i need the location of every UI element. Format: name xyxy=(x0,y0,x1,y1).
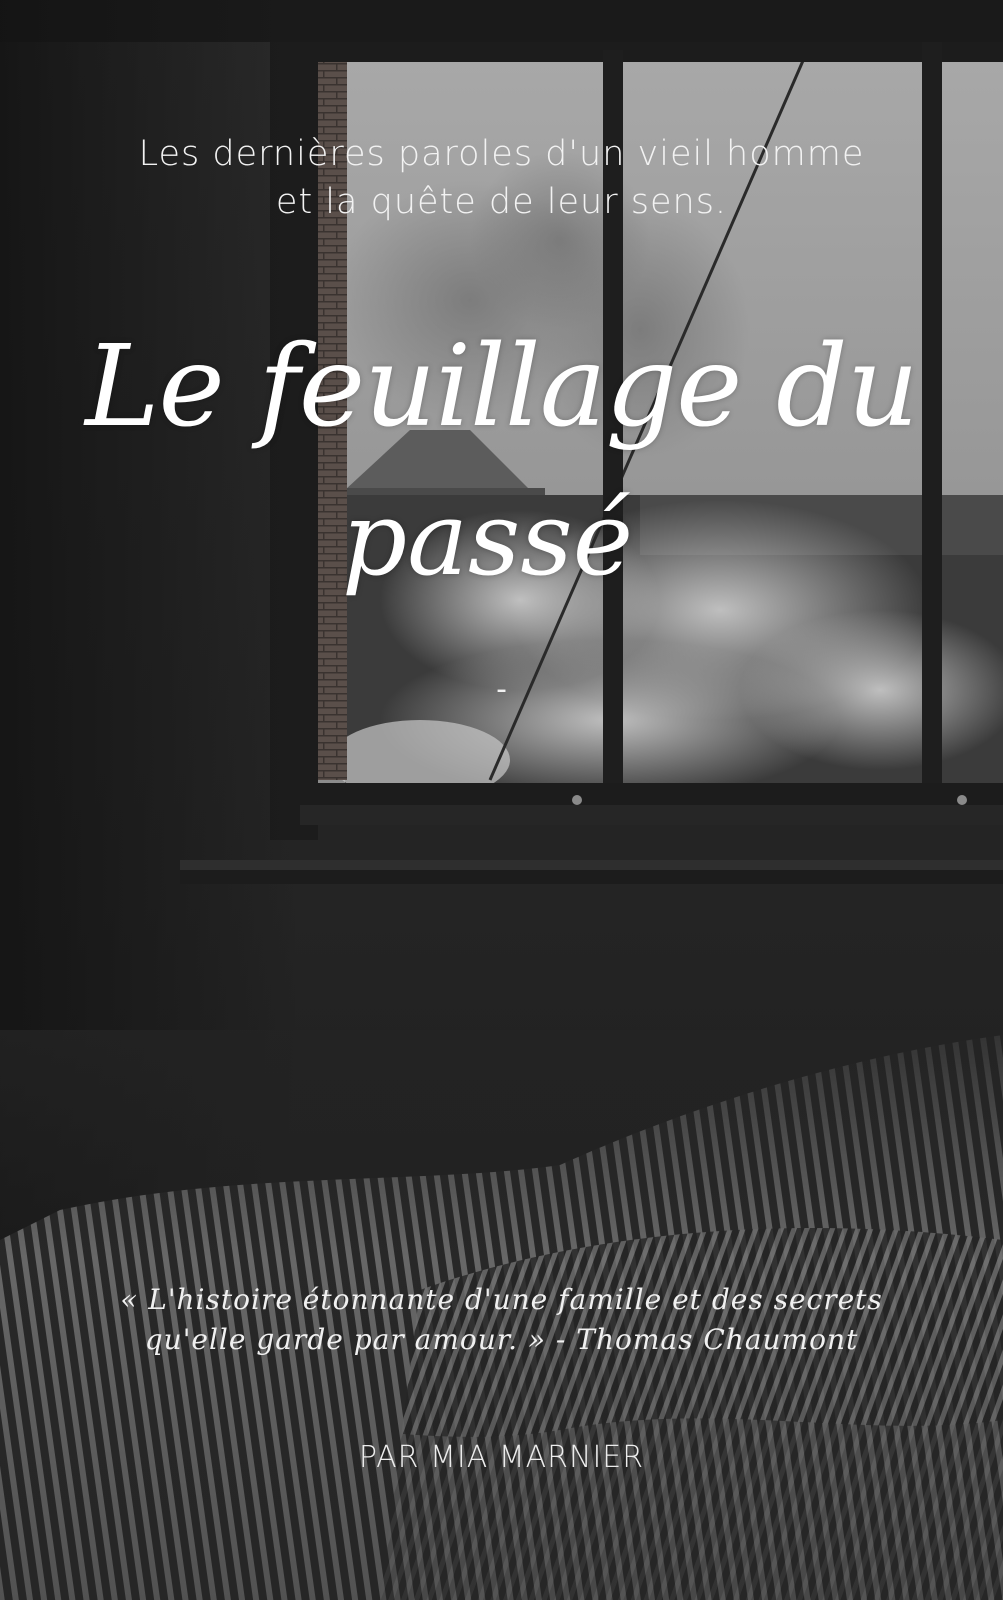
subtitle-line: et la quête de leur sens. xyxy=(275,182,728,222)
separator-dash: - xyxy=(496,672,507,707)
book-title-line: Le feuillage du xyxy=(85,322,919,452)
book-title-line: passé xyxy=(341,480,634,599)
quote-line: qu'elle garde par amour. » - Thomas Chau… xyxy=(144,1323,859,1356)
book-cover: Les dernières paroles d'un vieil homme e… xyxy=(0,0,1003,1600)
cover-subtitle: Les dernières paroles d'un vieil homme e… xyxy=(0,130,1003,226)
subtitle-line: Les dernières paroles d'un vieil homme xyxy=(138,134,865,174)
author-name: PAR MIA MARNIER xyxy=(358,1440,645,1475)
cover-text: Les dernières paroles d'un vieil homme e… xyxy=(0,0,1003,1600)
review-quote: « L'histoire étonnante d'une famille et … xyxy=(0,1280,1003,1360)
quote-line: « L'histoire étonnante d'une famille et … xyxy=(120,1283,883,1316)
